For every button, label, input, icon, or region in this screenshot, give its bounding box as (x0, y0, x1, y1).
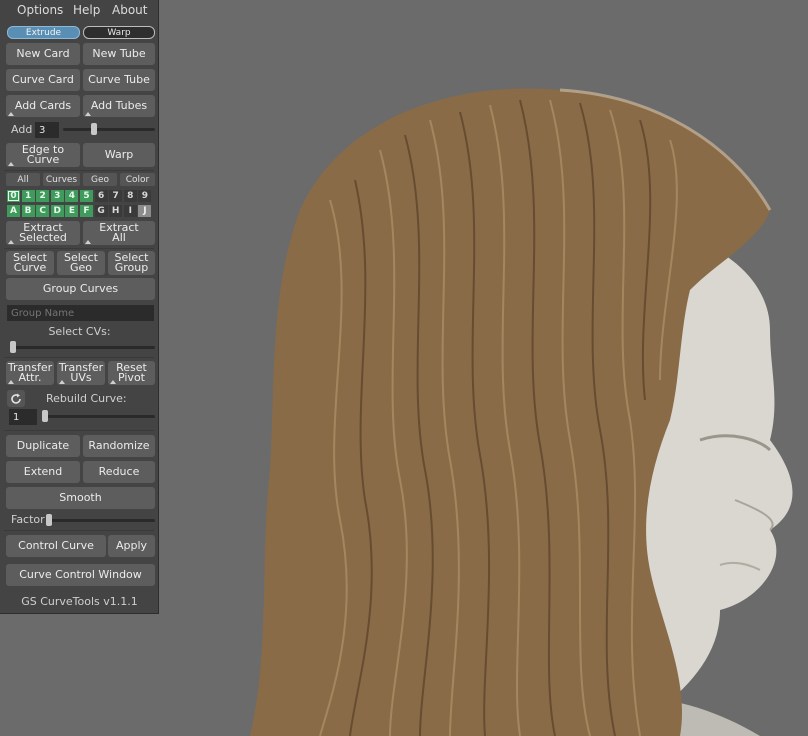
transfer-uvs-line2: UVs (70, 371, 92, 384)
filter-all-label: All (17, 174, 29, 185)
rebuild-curve-label: Rebuild Curve: (46, 392, 127, 405)
layer-letter-I[interactable]: I (123, 205, 137, 217)
filter-all-tab[interactable]: All (6, 173, 40, 186)
filter-color-tab[interactable]: Color (120, 173, 155, 186)
layer-number-7[interactable]: 7 (109, 190, 123, 202)
layer-number-1[interactable]: 1 (21, 190, 35, 202)
factor-label: Factor (11, 513, 45, 526)
reset-pivot-button[interactable]: Reset Pivot (108, 361, 155, 385)
curve-card-button[interactable]: Curve Card (6, 69, 80, 91)
extract-selected-button[interactable]: Extract Selected (6, 221, 80, 245)
extrude-toggle[interactable]: Extrude (7, 26, 80, 39)
divider (4, 530, 154, 531)
transfer-attr-button[interactable]: Transfer Attr. (6, 361, 54, 385)
submenu-triangle-icon (8, 162, 14, 166)
layer-letter-F[interactable]: F (80, 205, 93, 217)
submenu-triangle-icon (59, 380, 65, 384)
select-geo-line2: Geo (69, 261, 93, 274)
submenu-triangle-icon (85, 240, 91, 244)
add-cards-label: Add Cards (14, 99, 72, 112)
factor-slider-track[interactable] (46, 519, 155, 522)
curve-tube-button[interactable]: Curve Tube (83, 69, 155, 91)
add-tubes-button[interactable]: Add Tubes (83, 95, 155, 117)
layer-number-6[interactable]: 6 (94, 190, 108, 202)
factor-slider-handle[interactable] (46, 514, 52, 526)
layer-number-3[interactable]: 3 (50, 190, 64, 202)
layer-number-2[interactable]: 2 (36, 190, 50, 202)
select-cvs-label: Select CVs: (48, 325, 111, 338)
menu-bar: Options Help About (0, 0, 159, 20)
layer-number-0[interactable]: 0 (7, 190, 20, 202)
select-group-line2: Group (114, 261, 149, 274)
layer-letter-B[interactable]: B (21, 205, 35, 217)
add-label: Add (11, 123, 33, 136)
rebuild-slider-handle[interactable] (42, 410, 48, 422)
select-group-button[interactable]: Select Group (108, 251, 155, 275)
transfer-uvs-button[interactable]: Transfer UVs (57, 361, 105, 385)
new-tube-button[interactable]: New Tube (83, 43, 155, 65)
edge-to-curve-button[interactable]: Edge to Curve (6, 143, 80, 167)
refresh-icon[interactable] (7, 390, 25, 407)
duplicate-button[interactable]: Duplicate (6, 435, 80, 457)
extract-all-line2: All (112, 231, 126, 244)
reset-pivot-line2: Pivot (117, 371, 145, 384)
menu-about[interactable]: About (112, 3, 147, 17)
extract-all-button[interactable]: Extract All (83, 221, 155, 245)
randomize-button[interactable]: Randomize (83, 435, 155, 457)
version-label: GS CurveTools v1.1.1 (21, 595, 138, 608)
add-slider-track[interactable] (63, 128, 155, 131)
add-count-field[interactable] (35, 122, 59, 138)
warp-toggle[interactable]: Warp (83, 26, 155, 39)
filter-curves-tab[interactable]: Curves (43, 173, 80, 186)
control-curve-button[interactable]: Control Curve (6, 535, 106, 557)
divider (4, 357, 154, 358)
layer-letter-J[interactable]: J (138, 205, 152, 217)
menu-options[interactable]: Options (17, 3, 63, 17)
divider (4, 248, 154, 249)
add-slider-handle[interactable] (90, 123, 97, 135)
gs-curvetools-panel: Options Help About Extrude Warp New Card… (0, 0, 159, 614)
new-card-button[interactable]: New Card (6, 43, 80, 65)
select-cvs-slider-handle[interactable] (10, 341, 16, 353)
transfer-attr-line2: Attr. (18, 371, 42, 384)
submenu-triangle-icon (8, 112, 14, 116)
extend-button[interactable]: Extend (6, 461, 80, 483)
smooth-button[interactable]: Smooth (6, 487, 155, 509)
select-curve-button[interactable]: Select Curve (6, 251, 54, 275)
layer-letter-A[interactable]: A (7, 205, 20, 217)
submenu-triangle-icon (8, 240, 14, 244)
layer-number-5[interactable]: 5 (80, 190, 93, 202)
layer-number-4[interactable]: 4 (65, 190, 79, 202)
layer-letter-H[interactable]: H (109, 205, 123, 217)
rebuild-value-field[interactable] (9, 409, 37, 425)
layer-letter-D[interactable]: D (50, 205, 64, 217)
divider (4, 170, 154, 171)
submenu-triangle-icon (8, 380, 14, 384)
apply-button[interactable]: Apply (108, 535, 155, 557)
layer-letter-G[interactable]: G (94, 205, 108, 217)
group-name-field[interactable] (7, 305, 154, 321)
layer-number-8[interactable]: 8 (123, 190, 137, 202)
select-cvs-slider-track[interactable] (10, 346, 155, 349)
warp-button[interactable]: Warp (83, 143, 155, 167)
filter-geo-tab[interactable]: Geo (83, 173, 117, 186)
submenu-triangle-icon (85, 112, 91, 116)
curve-control-window-button[interactable]: Curve Control Window (6, 564, 155, 586)
divider (4, 430, 154, 431)
submenu-triangle-icon (110, 380, 116, 384)
edge-to-curve-line2: Curve (26, 153, 60, 166)
layer-letter-E[interactable]: E (65, 205, 79, 217)
extract-selected-line2: Selected (19, 231, 67, 244)
menu-help[interactable]: Help (73, 3, 100, 17)
select-curve-line2: Curve (13, 261, 47, 274)
add-cards-button[interactable]: Add Cards (6, 95, 80, 117)
add-tubes-label: Add Tubes (90, 99, 148, 112)
layer-letter-C[interactable]: C (36, 205, 50, 217)
group-curves-button[interactable]: Group Curves (6, 278, 155, 300)
layer-number-9[interactable]: 9 (138, 190, 152, 202)
select-geo-button[interactable]: Select Geo (57, 251, 105, 275)
reduce-button[interactable]: Reduce (83, 461, 155, 483)
rebuild-slider-track[interactable] (42, 415, 155, 418)
